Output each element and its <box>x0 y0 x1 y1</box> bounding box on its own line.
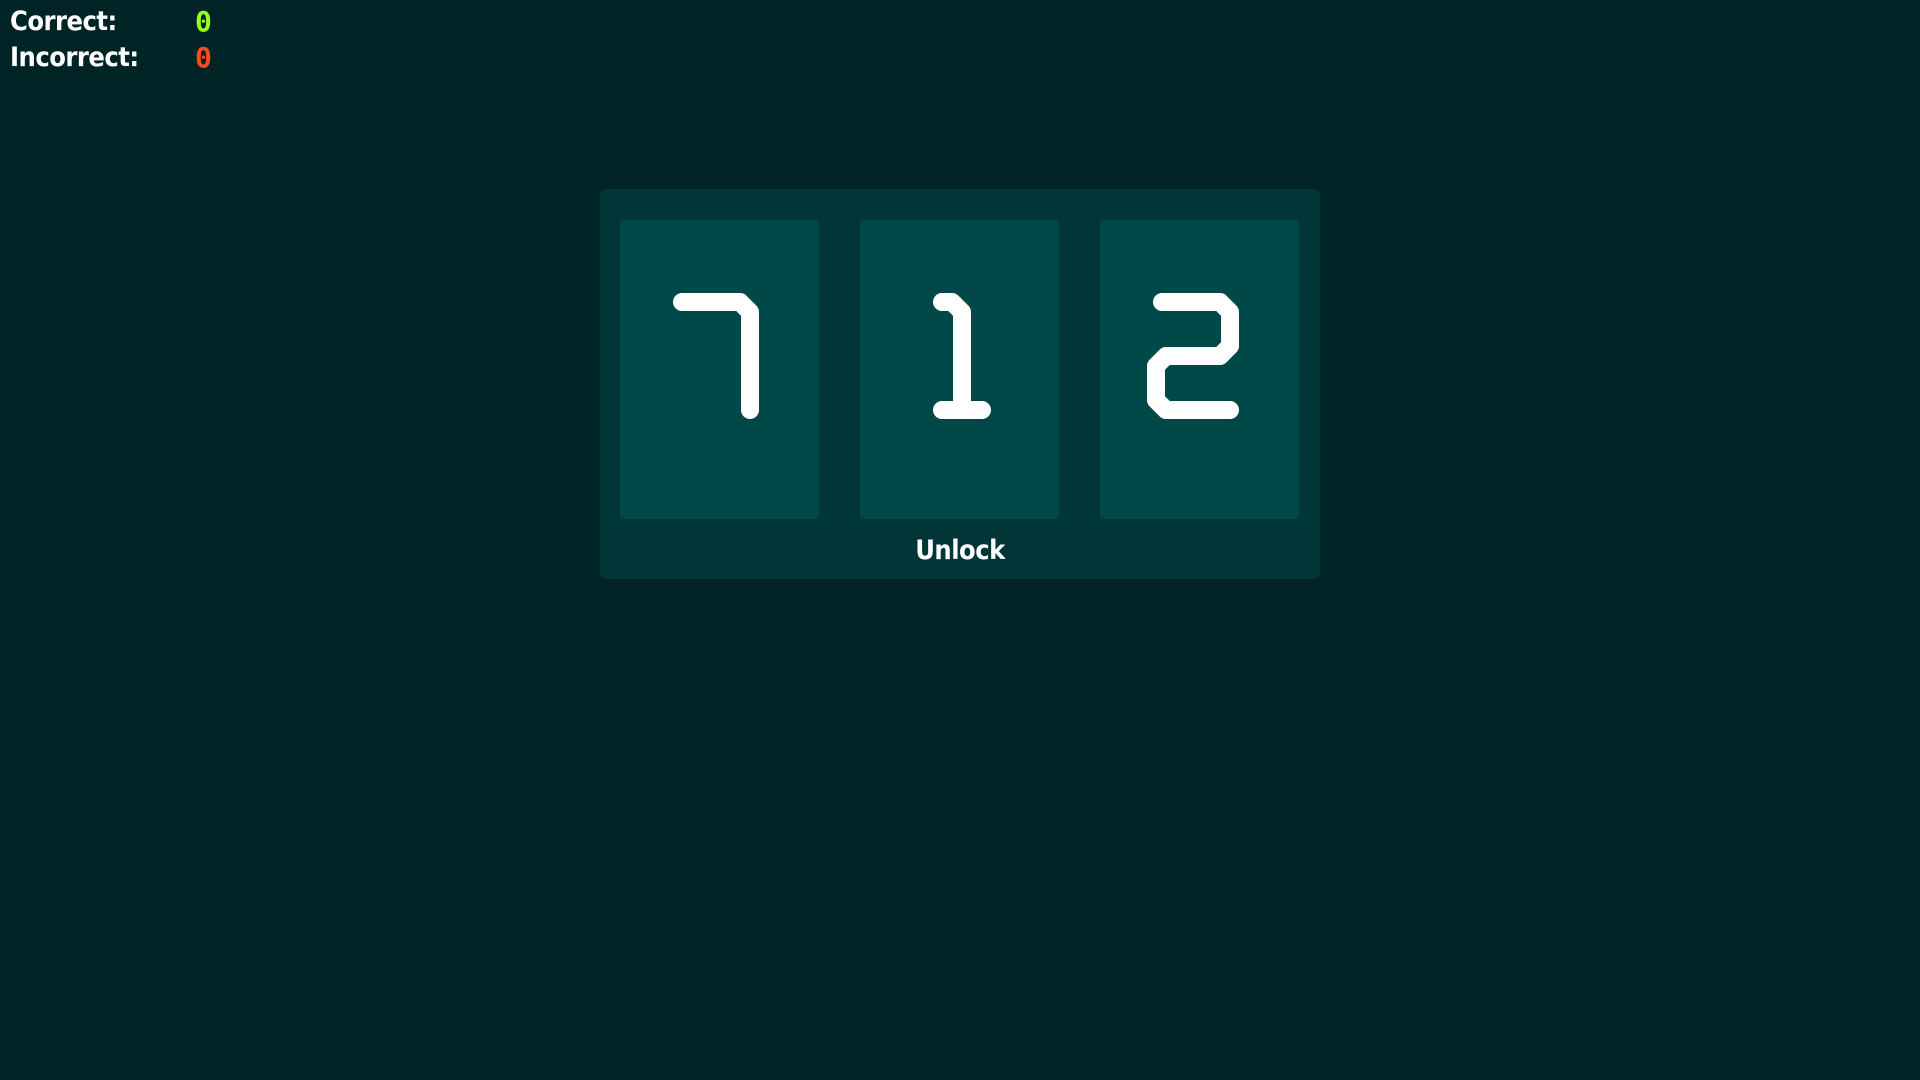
digit-wheel-1[interactable] <box>620 220 819 519</box>
digit-2-stroke <box>1147 293 1239 419</box>
incorrect-count: 0 <box>195 41 212 74</box>
incorrect-label: Incorrect: <box>10 42 139 73</box>
digit-wheel-3[interactable] <box>1100 220 1299 519</box>
digit-wheel-2[interactable] <box>860 220 1059 519</box>
correct-count: 0 <box>195 5 212 38</box>
digit-glyph-1 <box>673 293 759 419</box>
scoreboard: Correct: 0 Incorrect: 0 <box>10 4 230 76</box>
combination-lock-panel: Unlock <box>600 189 1320 579</box>
digit-glyph-2 <box>933 293 991 419</box>
unlock-button[interactable]: Unlock <box>860 531 1060 571</box>
correct-row: Correct: 0 <box>10 4 230 40</box>
digit-glyph-3 <box>1147 293 1239 419</box>
incorrect-row: Incorrect: 0 <box>10 40 230 76</box>
digit-1-stroke <box>933 293 991 419</box>
digit-7-stroke <box>673 293 759 419</box>
correct-label: Correct: <box>10 6 117 37</box>
